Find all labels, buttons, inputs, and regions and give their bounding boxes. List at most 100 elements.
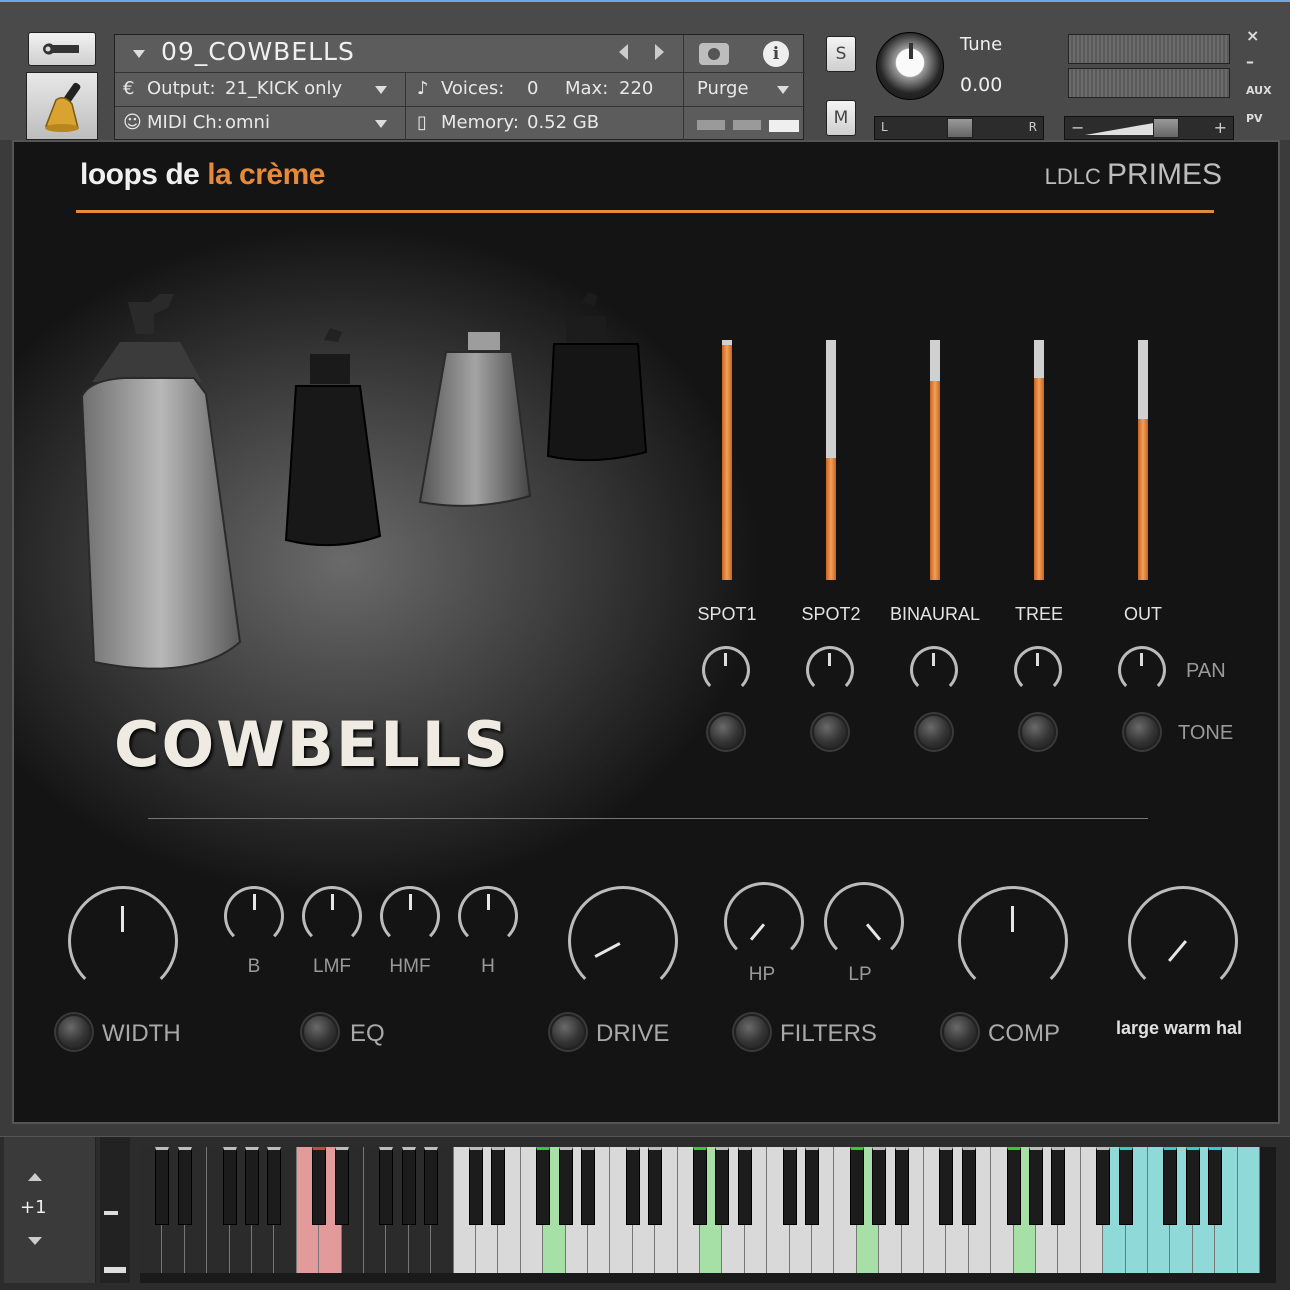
black-key[interactable]: [379, 1147, 394, 1225]
black-key[interactable]: [1185, 1147, 1200, 1225]
pv-button[interactable]: PV: [1246, 112, 1263, 125]
view-small-button[interactable]: [697, 120, 725, 130]
dropdown-caret-icon[interactable]: [133, 50, 145, 58]
fader-tree[interactable]: [1034, 340, 1044, 580]
memory-icon: ▯: [417, 112, 427, 133]
black-key[interactable]: [625, 1147, 640, 1225]
tone-toggle-tree[interactable]: [1020, 714, 1056, 750]
black-key[interactable]: [1096, 1147, 1111, 1225]
width-knob[interactable]: [68, 886, 178, 996]
pan-knob-tree[interactable]: [1014, 646, 1062, 694]
fader-binaural[interactable]: [930, 340, 940, 580]
pan-handle[interactable]: [947, 118, 973, 138]
wrench-button[interactable]: [28, 32, 96, 66]
white-key[interactable]: [1237, 1147, 1260, 1273]
black-key[interactable]: [581, 1147, 595, 1225]
next-instrument-icon[interactable]: [655, 44, 664, 60]
mute-button[interactable]: M: [826, 100, 856, 136]
black-key[interactable]: [177, 1147, 192, 1225]
black-key[interactable]: [401, 1147, 416, 1225]
minimize-button[interactable]: –: [1246, 52, 1254, 71]
view-medium-button[interactable]: [733, 120, 761, 130]
black-key[interactable]: [312, 1147, 327, 1225]
drive-knob[interactable]: [568, 886, 678, 996]
channel-label-binaural: BINAURAL: [889, 604, 981, 624]
black-key[interactable]: [334, 1147, 349, 1225]
black-key[interactable]: [1118, 1147, 1133, 1225]
black-key[interactable]: [872, 1147, 887, 1225]
black-key[interactable]: [782, 1147, 797, 1225]
black-key[interactable]: [155, 1147, 170, 1225]
eq-toggle[interactable]: [302, 1014, 338, 1050]
black-key[interactable]: [536, 1147, 551, 1225]
drive-toggle[interactable]: [550, 1014, 586, 1050]
pan-knob-out[interactable]: [1118, 646, 1166, 694]
black-key[interactable]: [715, 1147, 730, 1225]
close-button[interactable]: ×: [1246, 26, 1259, 45]
bell-button[interactable]: [26, 72, 98, 140]
fader-out[interactable]: [1138, 340, 1148, 580]
black-key[interactable]: [1051, 1147, 1066, 1225]
solo-button[interactable]: S: [826, 36, 856, 72]
black-key[interactable]: [648, 1147, 663, 1225]
purge-button[interactable]: Purge: [697, 78, 749, 99]
lp-filter-knob[interactable]: [824, 882, 904, 962]
midi-dropdown-icon[interactable]: [375, 120, 387, 128]
width-toggle[interactable]: [56, 1014, 92, 1050]
comp-knob[interactable]: [958, 886, 1068, 996]
octave-down-icon[interactable]: [28, 1237, 42, 1245]
reverb-preset-menu[interactable]: large warm hal: [1116, 1018, 1256, 1039]
instrument-name[interactable]: 09_COWBELLS: [161, 37, 355, 66]
black-key[interactable]: [222, 1147, 237, 1225]
pan-knob-binaural[interactable]: [910, 646, 958, 694]
black-key[interactable]: [558, 1147, 573, 1225]
level-meter-left: [1068, 34, 1230, 64]
tone-toggle-out[interactable]: [1124, 714, 1160, 750]
black-key[interactable]: [961, 1147, 976, 1225]
black-key[interactable]: [424, 1147, 439, 1225]
purge-dropdown-icon[interactable]: [777, 86, 789, 94]
black-key[interactable]: [267, 1147, 282, 1225]
black-key[interactable]: [939, 1147, 954, 1225]
tone-toggle-spot2[interactable]: [812, 714, 848, 750]
black-key[interactable]: [849, 1147, 864, 1225]
fader-spot1[interactable]: [722, 340, 732, 580]
tone-toggle-binaural[interactable]: [916, 714, 952, 750]
pan-knob-spot1[interactable]: [702, 646, 750, 694]
output-dropdown-icon[interactable]: [375, 86, 387, 94]
hp-filter-knob[interactable]: [724, 882, 804, 962]
comp-toggle[interactable]: [942, 1014, 978, 1050]
pitch-wheel[interactable]: [100, 1137, 130, 1283]
view-large-button[interactable]: [769, 120, 799, 132]
tone-toggle-spot1[interactable]: [708, 714, 744, 750]
black-key[interactable]: [1163, 1147, 1178, 1225]
prev-instrument-icon[interactable]: [619, 44, 628, 60]
pan-knob-spot2[interactable]: [806, 646, 854, 694]
pan-row-label: PAN: [1186, 660, 1226, 682]
fader-spot2[interactable]: [826, 340, 836, 580]
info-icon[interactable]: i: [763, 41, 789, 67]
black-key[interactable]: [1208, 1147, 1223, 1225]
black-key[interactable]: [693, 1147, 707, 1225]
tune-value[interactable]: 0.00: [960, 74, 1002, 96]
output-select[interactable]: 21_KICK only: [225, 78, 342, 99]
midi-channel-select[interactable]: omni: [225, 112, 270, 133]
octave-up-icon[interactable]: [28, 1173, 42, 1181]
black-key[interactable]: [805, 1147, 819, 1225]
volume-slider[interactable]: − +: [1064, 116, 1234, 140]
black-key[interactable]: [1029, 1147, 1043, 1225]
black-key[interactable]: [245, 1147, 259, 1225]
aux-button[interactable]: AUX: [1246, 84, 1272, 97]
filters-toggle[interactable]: [734, 1014, 770, 1050]
max-voices-value[interactable]: 220: [619, 78, 653, 99]
black-key[interactable]: [737, 1147, 752, 1225]
pan-slider[interactable]: L R: [874, 116, 1044, 140]
snapshot-camera-icon[interactable]: [699, 43, 729, 65]
black-key[interactable]: [894, 1147, 909, 1225]
black-key[interactable]: [1006, 1147, 1021, 1225]
black-key[interactable]: [469, 1147, 483, 1225]
black-key[interactable]: [491, 1147, 506, 1225]
volume-handle[interactable]: [1153, 118, 1179, 138]
tune-knob[interactable]: [876, 32, 944, 100]
mod-wheel-handle[interactable]: [104, 1267, 126, 1273]
